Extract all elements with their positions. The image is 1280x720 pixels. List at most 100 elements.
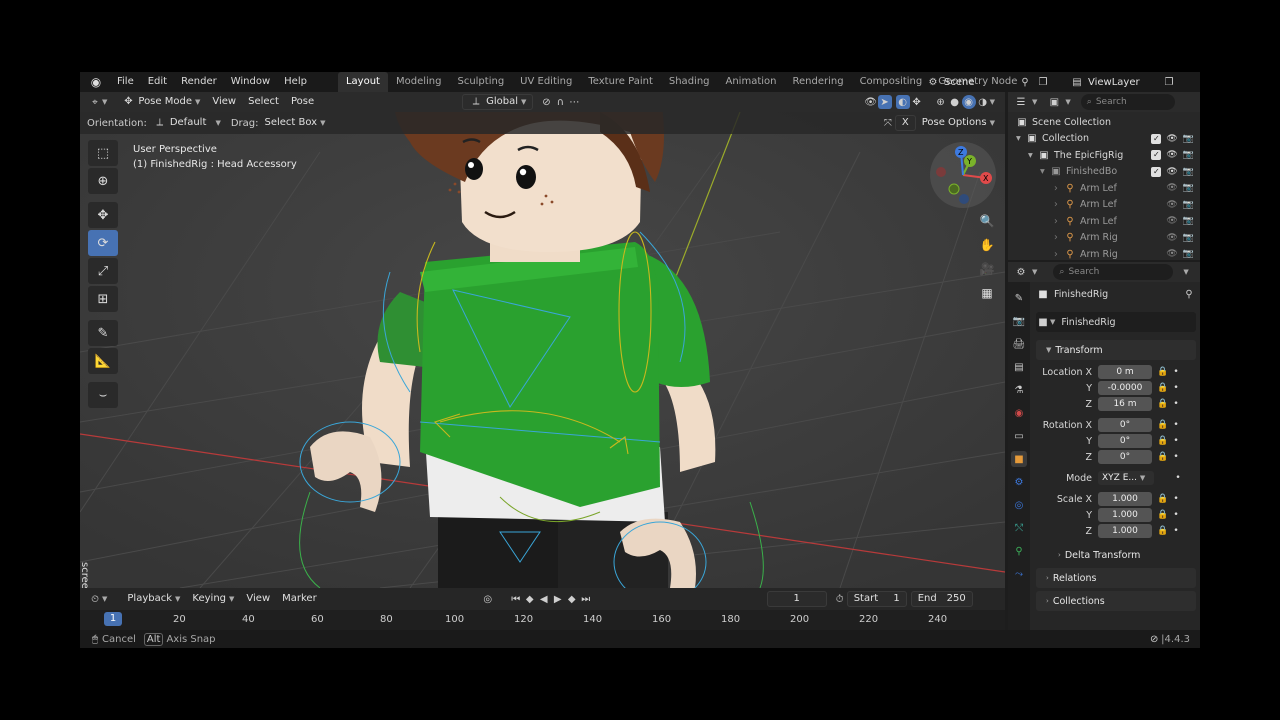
marker-menu[interactable]: Marker xyxy=(276,591,323,607)
lock-icon[interactable]: 🔒 xyxy=(1156,436,1170,446)
orientation-dropdown[interactable]: ⟂ Default ▼ xyxy=(147,115,227,131)
scale-x-field[interactable]: 1.000 xyxy=(1098,492,1152,506)
keyframe-dot-icon[interactable]: • xyxy=(1170,494,1182,504)
play-reverse-icon[interactable]: ◀ xyxy=(537,592,551,606)
x-mirror-toggle[interactable]: X xyxy=(894,115,916,131)
snap-icon[interactable]: ∩ xyxy=(553,95,567,109)
camera-icon[interactable]: 📷 xyxy=(1183,183,1194,193)
rotation-z-field[interactable]: 0° xyxy=(1098,450,1152,464)
timeline-editor-icon[interactable]: ⏲ xyxy=(88,592,102,606)
gizmo-toggle-icon[interactable]: ➤ xyxy=(877,95,892,109)
lock-icon[interactable]: 🔒 xyxy=(1156,420,1170,430)
location-y-field[interactable]: -0.0000 xyxy=(1098,381,1152,395)
camera-icon[interactable]: 📷 xyxy=(1183,134,1194,144)
pin-icon[interactable]: ⚲ xyxy=(1182,287,1196,301)
display-mode-icon[interactable]: ▣ xyxy=(1047,95,1061,109)
preview-range-icon[interactable]: ⏱ xyxy=(833,592,847,606)
workspace-tab-shading[interactable]: Shading xyxy=(661,72,718,92)
drag-dropdown[interactable]: Select Box ▼ xyxy=(258,115,331,131)
eye-icon[interactable]: 👁 xyxy=(1166,216,1177,226)
physics-tab-icon[interactable]: ◎ xyxy=(1011,497,1027,513)
location-x-field[interactable]: 0 m xyxy=(1098,365,1152,379)
eye-icon[interactable]: 👁 xyxy=(1166,200,1177,210)
snap-options-icon[interactable]: ⋯ xyxy=(567,95,581,109)
exclude-checkbox[interactable]: ✓ xyxy=(1151,133,1162,144)
workspace-tab-rendering[interactable]: Rendering xyxy=(784,72,851,92)
render-tab-icon[interactable]: 📷 xyxy=(1011,313,1027,329)
rotate-tool-icon[interactable]: ⟳ xyxy=(88,230,118,256)
relations-panel-header[interactable]: › Relations xyxy=(1036,568,1196,588)
keyframe-dot-icon[interactable]: • xyxy=(1170,452,1182,462)
start-frame-field[interactable]: Start 1 xyxy=(846,591,907,607)
relax-pose-tool-icon[interactable]: ⌣ xyxy=(88,382,118,408)
scale-tool-icon[interactable]: ⤢ xyxy=(88,258,118,284)
outliner-row-finishedbones[interactable]: ▾ ▣ FinishedBo ✓ 👁 📷 xyxy=(1008,164,1200,181)
scene-selector[interactable]: ⚙ Scene ⚲ ❐ xyxy=(926,74,1066,90)
view-layer-name[interactable]: ViewLayer xyxy=(1088,77,1158,88)
transform-orientation-dropdown[interactable]: ⟂ Global ▼ xyxy=(462,94,534,110)
pan-hand-icon[interactable]: ✋ xyxy=(976,234,998,256)
jump-start-icon[interactable]: ⏮ xyxy=(509,592,523,606)
timeline-view-menu[interactable]: View xyxy=(240,591,276,607)
camera-view-icon[interactable]: 🎥 xyxy=(976,258,998,280)
scene-tab-icon[interactable]: ⚗ xyxy=(1011,382,1027,398)
object-data-row[interactable]: ■ ▼ FinishedRig xyxy=(1036,312,1196,332)
auto-keying-icon[interactable]: ◎ xyxy=(481,592,495,606)
menu-view[interactable]: View xyxy=(206,94,242,110)
keyframe-dot-icon[interactable]: • xyxy=(1170,367,1182,377)
eye-icon[interactable]: 👁 xyxy=(1166,167,1177,177)
transform-panel-header[interactable]: ▼ Transform xyxy=(1036,340,1196,360)
timeline-ruler[interactable]: 1 20 40 60 80 100 120 140 160 180 200 22… xyxy=(80,610,1005,630)
xray-icon[interactable]: ✥ xyxy=(910,95,924,109)
playback-menu[interactable]: Playback ▼ xyxy=(121,591,186,607)
keyframe-dot-icon[interactable]: • xyxy=(1170,510,1182,520)
outliner-editor-icon[interactable]: ☰ xyxy=(1014,95,1028,109)
camera-icon[interactable]: 📷 xyxy=(1183,167,1194,177)
camera-icon[interactable]: 📷 xyxy=(1183,233,1194,243)
measure-tool-icon[interactable]: 📐 xyxy=(88,348,118,374)
navigation-gizmo[interactable]: X Y Z xyxy=(930,142,996,208)
jump-end-icon[interactable]: ⏭ xyxy=(579,592,593,606)
playhead[interactable]: 1 xyxy=(104,612,122,626)
menu-window[interactable]: Window xyxy=(224,72,277,92)
menu-file[interactable]: File xyxy=(110,72,141,92)
workspace-tab-layout[interactable]: Layout xyxy=(337,72,388,92)
blender-logo-icon[interactable]: ◉ xyxy=(88,74,104,90)
scale-y-field[interactable]: 1.000 xyxy=(1098,508,1152,522)
play-icon[interactable]: ▶ xyxy=(551,592,565,606)
new-scene-icon[interactable]: ❐ xyxy=(1036,75,1050,89)
keyframe-dot-icon[interactable]: • xyxy=(1170,436,1182,446)
keyframe-dot-icon[interactable]: • xyxy=(1170,383,1182,393)
cursor-tool-icon[interactable]: ⊕ xyxy=(88,168,118,194)
tool-tab-icon[interactable]: ✎ xyxy=(1011,290,1027,306)
move-tool-icon[interactable]: ✥ xyxy=(88,202,118,228)
rendered-shading-icon[interactable]: ◑ xyxy=(976,95,990,109)
outliner-search-input[interactable]: ⌕ Search xyxy=(1080,94,1175,110)
lock-icon[interactable]: 🔒 xyxy=(1156,452,1170,462)
camera-icon[interactable]: 📷 xyxy=(1183,150,1194,160)
material-shading-icon[interactable]: ◉ xyxy=(961,95,976,109)
transform-tool-icon[interactable]: ⊞ xyxy=(88,286,118,312)
menu-help[interactable]: Help xyxy=(277,72,314,92)
delta-transform-subpanel[interactable]: › Delta Transform xyxy=(1036,545,1196,565)
workspace-tab-animation[interactable]: Animation xyxy=(718,72,785,92)
outliner-row-arm[interactable]: › ⚲ Arm Rig 👁 📷 xyxy=(1008,246,1200,263)
menu-pose[interactable]: Pose xyxy=(285,94,320,110)
solid-shading-icon[interactable]: ● xyxy=(948,95,962,109)
world-tab-icon[interactable]: ◉ xyxy=(1011,405,1027,421)
collection-tab-icon[interactable]: ▭ xyxy=(1011,428,1027,444)
eye-icon[interactable]: 👁 xyxy=(1166,233,1177,243)
view-layer-tab-icon[interactable]: ▤ xyxy=(1011,359,1027,375)
keyframe-dot-icon[interactable]: • xyxy=(1170,399,1182,409)
outliner-row-arm[interactable]: › ⚲ Arm Lef 👁 📷 xyxy=(1008,213,1200,230)
lock-icon[interactable]: 🔒 xyxy=(1156,494,1170,504)
wireframe-shading-icon[interactable]: ⊕ xyxy=(934,95,948,109)
eye-icon[interactable]: 👁 xyxy=(1166,249,1177,259)
location-z-field[interactable]: 16 m xyxy=(1098,397,1152,411)
outliner-row-arm[interactable]: › ⚲ Arm Lef 👁 📷 xyxy=(1008,197,1200,214)
visibility-icon[interactable]: 👁 xyxy=(864,95,878,109)
overlay-toggle-icon[interactable]: ◐ xyxy=(895,95,910,109)
lock-icon[interactable]: 🔒 xyxy=(1156,526,1170,536)
rotation-y-field[interactable]: 0° xyxy=(1098,434,1152,448)
properties-search-input[interactable]: ⌕ Search xyxy=(1053,264,1174,280)
